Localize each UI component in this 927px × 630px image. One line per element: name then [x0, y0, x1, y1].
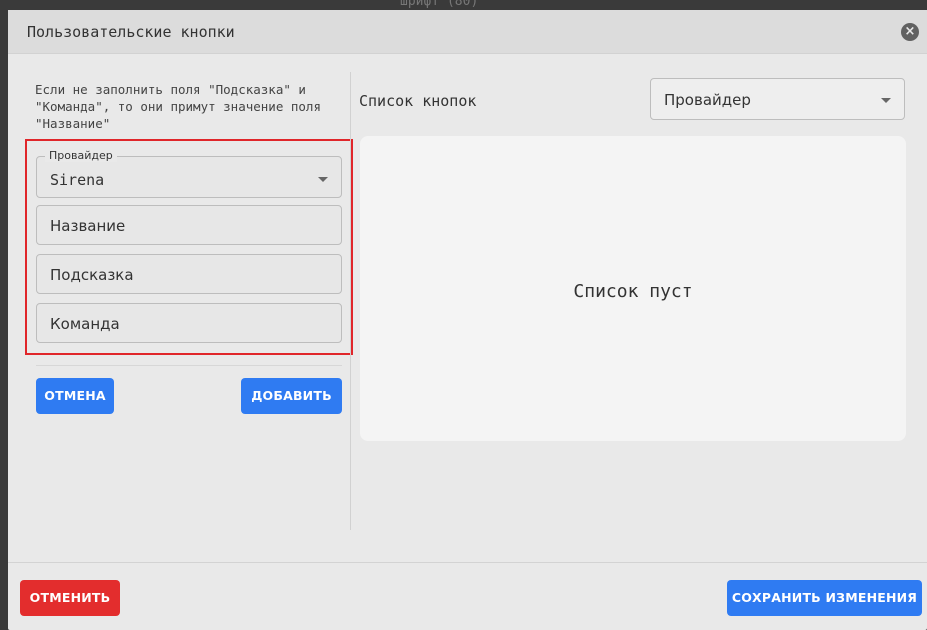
provider-select-value: Sirena — [50, 171, 105, 189]
form-divider — [36, 365, 342, 366]
save-changes-button[interactable]: СОХРАНИТЬ ИЗМЕНЕНИЯ — [727, 580, 922, 616]
form-hint: Если не заполнить поля "Подсказка" и "Ко… — [35, 82, 321, 131]
provider-select-label: Провайдер — [45, 149, 117, 162]
empty-list-text: Список пуст — [573, 281, 693, 302]
command-field-placeholder: Команда — [50, 315, 120, 333]
name-field-placeholder: Название — [50, 217, 126, 235]
background-text: шрифт (80) — [400, 0, 479, 9]
custom-buttons-dialog: Пользовательские кнопки × Если не заполн… — [8, 10, 927, 630]
button-list: Список пуст — [360, 136, 906, 441]
name-field[interactable]: Название — [36, 205, 342, 245]
dialog-header: Пользовательские кнопки × — [8, 10, 927, 54]
chevron-down-icon — [318, 177, 328, 182]
tooltip-field-placeholder: Подсказка — [50, 266, 134, 284]
close-icon[interactable]: × — [901, 23, 919, 41]
list-provider-select-value: Провайдер — [664, 91, 751, 109]
cancel-changes-button[interactable]: ОТМЕНИТЬ — [20, 580, 120, 616]
button-list-label: Список кнопок — [359, 92, 477, 110]
chevron-down-icon — [881, 98, 891, 103]
add-button[interactable]: ДОБАВИТЬ — [241, 378, 342, 414]
list-provider-select[interactable]: Провайдер — [650, 78, 905, 120]
dialog-title: Пользовательские кнопки — [27, 23, 235, 41]
provider-select[interactable]: Провайдер Sirena — [36, 149, 342, 198]
form-cancel-button[interactable]: ОТМЕНА — [36, 378, 114, 414]
footer-divider — [8, 562, 927, 563]
tooltip-field[interactable]: Подсказка — [36, 254, 342, 294]
column-divider — [350, 72, 351, 530]
command-field[interactable]: Команда — [36, 303, 342, 343]
